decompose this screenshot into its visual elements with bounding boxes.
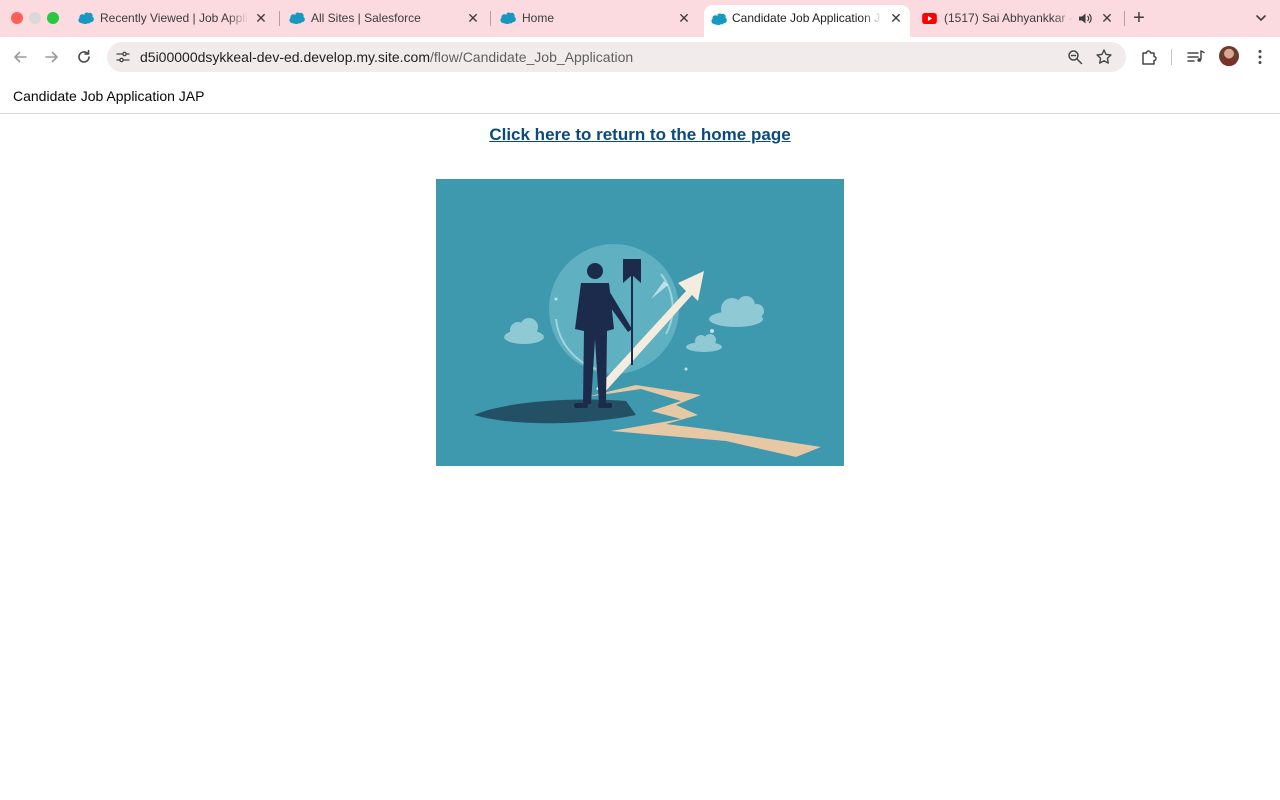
browser-toolbar: d5i00000dsykkeal-dev-ed.develop.my.site.… — [0, 37, 1280, 77]
salesforce-cloud-icon — [711, 13, 727, 25]
url-host: d5i00000dsykkeal-dev-ed.develop.my.site.… — [140, 49, 431, 65]
tab-title-fade — [862, 11, 882, 29]
forward-arrow-icon[interactable] — [42, 47, 62, 67]
tab-title-fade — [228, 10, 248, 28]
tab-close-icon[interactable]: ✕ — [676, 9, 692, 27]
tab-close-icon[interactable]: ✕ — [465, 9, 481, 27]
page-header: Candidate Job Application JAP — [0, 77, 1280, 114]
zoom-magnifier-icon[interactable] — [1067, 49, 1083, 65]
minimize-window-button[interactable] — [29, 12, 41, 24]
tab-close-icon[interactable]: ✕ — [1099, 9, 1115, 27]
more-menu-kebab-icon[interactable] — [1250, 47, 1270, 67]
tab-separator — [1124, 11, 1125, 26]
bookmark-star-icon[interactable] — [1095, 48, 1113, 66]
salesforce-cloud-icon — [289, 12, 305, 24]
page-title: Candidate Job Application JAP — [13, 88, 205, 104]
tab-title: Recently Viewed | Job Applic — [100, 11, 248, 25]
profile-avatar[interactable] — [1219, 46, 1239, 66]
hero-illustration — [436, 179, 844, 466]
new-tab-plus-icon[interactable]: + — [1130, 8, 1148, 28]
tab-title: All Sites | Salesforce — [311, 11, 421, 25]
businessman-arrow-illustration — [436, 179, 844, 466]
audio-playing-icon[interactable] — [1078, 12, 1092, 25]
tab-candidate-job-application[interactable]: Candidate Job Application JA ✕ — [704, 5, 910, 37]
tab-close-icon[interactable]: ✕ — [253, 9, 269, 27]
extensions-puzzle-icon[interactable] — [1139, 47, 1159, 67]
tab-all-sites[interactable]: All Sites | Salesforce ✕ — [279, 0, 489, 37]
maximize-window-button[interactable] — [47, 12, 59, 24]
media-controls-icon[interactable] — [1186, 47, 1206, 67]
url-path: /flow/Candidate_Job_Application — [430, 49, 634, 65]
youtube-icon — [922, 13, 937, 24]
toolbar-divider — [1171, 49, 1172, 65]
tab-title-fade — [1054, 10, 1074, 28]
back-arrow-icon[interactable] — [10, 47, 30, 67]
url-text: d5i00000dsykkeal-dev-ed.develop.my.site.… — [140, 49, 633, 65]
tab-title: Home — [522, 11, 555, 25]
tab-strip: Recently Viewed | Job Applic ✕ All Sites… — [0, 0, 1280, 37]
tab-recently-viewed[interactable]: Recently Viewed | Job Applic ✕ — [68, 0, 278, 37]
salesforce-cloud-icon — [500, 12, 516, 24]
address-bar[interactable]: d5i00000dsykkeal-dev-ed.develop.my.site.… — [107, 42, 1126, 72]
salesforce-cloud-icon — [78, 12, 94, 24]
reload-icon[interactable] — [74, 47, 94, 67]
tab-search-chevron-icon[interactable] — [1252, 9, 1270, 27]
tab-close-icon[interactable]: ✕ — [888, 9, 904, 27]
tab-title: Candidate Job Application JA — [732, 11, 880, 25]
return-home-link[interactable]: Click here to return to the home page — [0, 125, 1280, 145]
close-window-button[interactable] — [11, 12, 23, 24]
site-settings-icon[interactable] — [116, 50, 130, 64]
tab-youtube[interactable]: (1517) Sai Abhyankkar - A ✕ — [914, 0, 1124, 37]
tab-home[interactable]: Home ✕ — [490, 0, 700, 37]
